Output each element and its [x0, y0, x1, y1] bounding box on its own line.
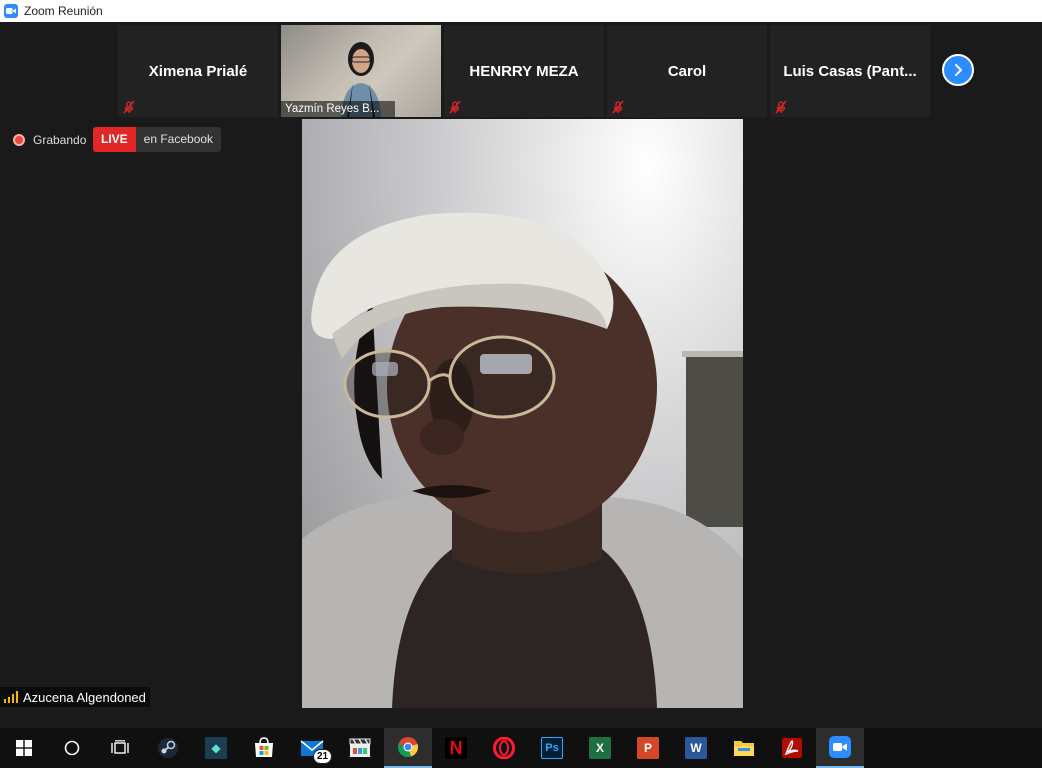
participant-strip: Ximena Prialé Yazmín Reyes B... HENRRY M… — [118, 25, 930, 117]
mic-muted-icon — [612, 100, 624, 114]
acrobat-icon — [782, 738, 802, 758]
taskbar-app-store[interactable] — [240, 728, 288, 768]
excel-icon: X — [589, 737, 611, 759]
taskbar-app-opera[interactable] — [480, 728, 528, 768]
mail-unread-badge: 21 — [313, 749, 333, 764]
chevron-right-icon — [955, 64, 962, 76]
search-button[interactable] — [48, 728, 96, 768]
windows-start-button[interactable] — [0, 728, 48, 768]
taskbar-app-mail[interactable]: 21 — [288, 728, 336, 768]
task-view-button[interactable] — [96, 728, 144, 768]
active-speaker-video — [302, 119, 743, 708]
taskbar-app-chrome[interactable] — [384, 728, 432, 768]
taskbar-app-file-explorer[interactable] — [720, 728, 768, 768]
steam-icon — [158, 738, 178, 758]
search-circle-icon — [64, 740, 80, 756]
powerpoint-icon: P — [637, 737, 659, 759]
taskbar-app-video-editor[interactable] — [336, 728, 384, 768]
video-editor-icon — [349, 738, 371, 757]
participant-name: Ximena Prialé — [148, 63, 248, 80]
zoom-logo-icon — [4, 4, 18, 18]
word-icon: W — [685, 737, 707, 759]
live-platform: en Facebook — [135, 127, 222, 152]
taskbar-app-photoshop[interactable]: Ps — [528, 728, 576, 768]
taskbar-app-filmora[interactable]: ◆ — [192, 728, 240, 768]
mic-muted-icon — [123, 100, 135, 114]
filmora-icon: ◆ — [205, 737, 227, 759]
live-tag: LIVE — [93, 127, 136, 152]
zoom-icon — [829, 736, 851, 758]
opera-icon — [493, 737, 515, 759]
participant-name: Luis Casas (Pant... — [783, 63, 917, 80]
participant-tile-video[interactable]: Yazmín Reyes B... — [281, 25, 441, 117]
next-page-button[interactable] — [942, 54, 974, 86]
speaker-video-feed — [302, 212, 743, 708]
taskbar-app-excel[interactable]: X — [576, 728, 624, 768]
recording-dot-icon — [13, 134, 25, 146]
taskbar-app-powerpoint[interactable]: P — [624, 728, 672, 768]
chrome-icon — [397, 737, 418, 758]
taskbar-app-word[interactable]: W — [672, 728, 720, 768]
live-stream-badge[interactable]: LIVE en Facebook — [93, 127, 222, 152]
participant-name: HENRRY MEZA — [469, 63, 579, 80]
task-view-icon — [111, 740, 129, 754]
title-bar: Zoom Reunión — [0, 0, 1042, 22]
recording-label: Grabando — [33, 133, 87, 147]
taskbar-app-zoom[interactable] — [816, 728, 864, 768]
recording-indicator[interactable]: Grabando — [13, 132, 86, 148]
participant-name: Yazmín Reyes B... — [281, 101, 395, 117]
speaker-name-label: Azucena Algendoned — [0, 687, 150, 707]
taskbar-app-netflix[interactable]: N — [432, 728, 480, 768]
participant-tile[interactable]: Carol — [607, 25, 767, 117]
photoshop-icon: Ps — [541, 737, 563, 759]
file-explorer-icon — [734, 741, 754, 756]
windows-taskbar: ◆ 21 N Ps X P W — [0, 728, 1042, 768]
participant-tile[interactable]: Luis Casas (Pant... — [770, 25, 930, 117]
participant-name: Carol — [667, 63, 707, 80]
participant-tile[interactable]: Ximena Prialé — [118, 25, 278, 117]
taskbar-app-acrobat[interactable] — [768, 728, 816, 768]
signal-strength-icon — [4, 691, 18, 703]
windows-start-icon — [16, 740, 32, 756]
mic-muted-icon — [775, 100, 787, 114]
taskbar-app-steam[interactable] — [144, 728, 192, 768]
mic-muted-icon — [449, 100, 461, 114]
participant-tile[interactable]: HENRRY MEZA — [444, 25, 604, 117]
meeting-area: Ximena Prialé Yazmín Reyes B... HENRRY M… — [0, 22, 1042, 728]
microsoft-store-icon — [255, 737, 273, 757]
speaker-name: Azucena Algendoned — [23, 689, 146, 705]
netflix-icon: N — [445, 737, 467, 759]
window-title: Zoom Reunión — [24, 4, 103, 18]
